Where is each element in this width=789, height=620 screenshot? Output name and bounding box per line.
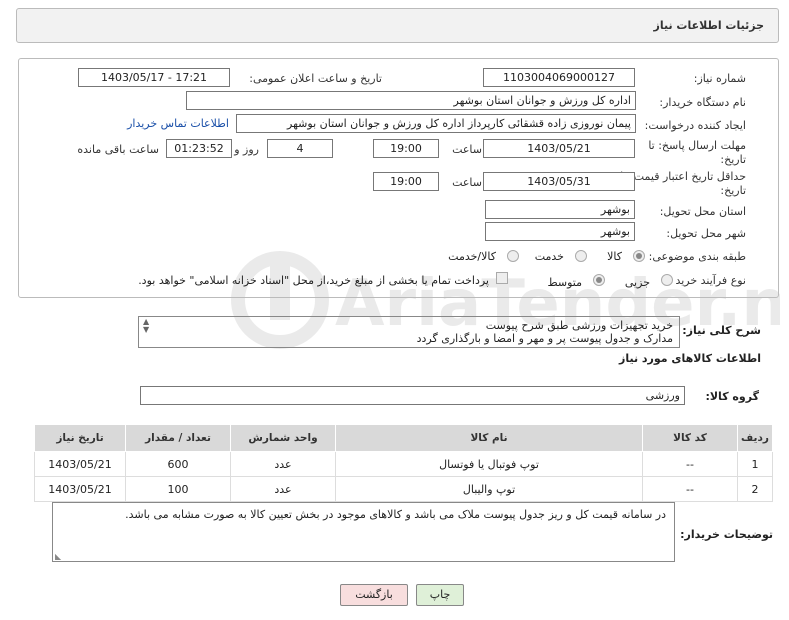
category-option-service: خدمت xyxy=(534,250,564,263)
need-number-label: شماره نیاز: xyxy=(693,72,746,85)
payment-note: پرداخت تمام یا بخشی از مبلغ خرید،از محل … xyxy=(138,274,489,287)
description-box: خرید تجهیزات ورزشی طبق شرح پیوست مدارک و… xyxy=(138,316,680,348)
cell-name: توپ والیبال xyxy=(335,476,643,502)
payment-checkbox[interactable] xyxy=(496,272,508,284)
announce-field: 1403/05/17 - 17:21 xyxy=(78,68,230,87)
creator-label: ایجاد کننده درخواست: xyxy=(644,119,746,132)
cell-qty: 600 xyxy=(125,451,231,477)
province-field: بوشهر xyxy=(485,200,635,219)
buyer-org-label: نام دستگاه خریدار: xyxy=(659,96,746,109)
cell-row: 1 xyxy=(737,451,773,477)
col-qty: تعداد / مقدار xyxy=(125,424,231,452)
purchase-option-small: جزیی xyxy=(624,276,650,289)
col-code: کد کالا xyxy=(642,424,738,452)
validity-date-field: 1403/05/31 xyxy=(483,172,635,191)
page-title: جزئیات اطلاعات نیاز xyxy=(653,19,765,32)
scroll-down-icon[interactable]: ▼ xyxy=(143,325,149,334)
category-radio-both[interactable] xyxy=(507,250,519,262)
cell-name: توپ فوتبال یا فوتسال xyxy=(335,451,643,477)
city-field: بوشهر xyxy=(485,222,635,241)
col-row: ردیف xyxy=(737,424,773,452)
contact-buyer-link[interactable]: اطلاعات تماس خریدار xyxy=(127,117,229,130)
purchase-radio-medium[interactable] xyxy=(593,274,605,286)
announce-label: تاریخ و ساعت اعلان عمومی: xyxy=(249,72,382,85)
deadline-time-field: 19:00 xyxy=(373,139,439,158)
creator-field: پیمان نوروزی زاده قشقائی کارپرداز اداره … xyxy=(236,114,636,133)
goods-group-label: گروه کالا: xyxy=(705,390,759,403)
description-line-1: خرید تجهیزات ورزشی طبق شرح پیوست xyxy=(485,319,673,332)
cell-unit: عدد xyxy=(230,451,336,477)
remaining-label: ساعت باقی مانده xyxy=(77,143,159,156)
remaining-time-field: 01:23:52 xyxy=(166,139,232,158)
purchase-radio-small[interactable] xyxy=(661,274,673,286)
buyer-org-field: اداره کل ورزش و جوانان استان بوشهر xyxy=(186,91,636,110)
col-date: تاریخ نیاز xyxy=(34,424,126,452)
validity-time-label: ساعت xyxy=(452,176,482,189)
table-row: 1 -- توپ فوتبال یا فوتسال عدد 600 1403/0… xyxy=(34,451,773,477)
description-line-2: مدارک و جدول پیوست پر و مهر و امضا و بار… xyxy=(416,332,673,345)
purchase-option-medium: متوسط xyxy=(547,276,582,289)
deadline-date-field: 1403/05/21 xyxy=(483,139,635,158)
category-option-both: کالا/خدمت xyxy=(448,250,496,263)
validity-time-field: 19:00 xyxy=(373,172,439,191)
cell-code: -- xyxy=(642,451,738,477)
purchase-type-label: نوع فرآیند خرید : xyxy=(668,274,746,287)
cell-row: 2 xyxy=(737,476,773,502)
goods-section-title: اطلاعات کالاهای مورد نیاز xyxy=(619,352,761,365)
buyer-notes-label: توضیحات خریدار: xyxy=(680,528,773,541)
resize-handle-icon[interactable]: ◣ xyxy=(55,552,61,561)
city-label: شهر محل تحویل: xyxy=(666,227,746,240)
province-label: استان محل تحویل: xyxy=(659,205,746,218)
validity-label-date: تاریخ: xyxy=(720,184,746,197)
category-radio-goods[interactable] xyxy=(633,250,645,262)
days-label: روز و xyxy=(234,143,259,156)
validity-label: حداقل تاریخ اعتبار قیمت: تا xyxy=(620,170,746,183)
buyer-notes-text: در سامانه قیمت کل و ریز جدول پیوست ملاک … xyxy=(125,508,666,521)
deadline-label-date: تاریخ: xyxy=(720,153,746,166)
goods-table: ردیف کد کالا نام کالا واحد شمارش تعداد /… xyxy=(34,424,773,502)
col-unit: واحد شمارش xyxy=(230,424,336,452)
buyer-notes-box: در سامانه قیمت کل و ریز جدول پیوست ملاک … xyxy=(52,502,675,562)
goods-group-field: ورزشی xyxy=(140,386,685,405)
col-name: نام کالا xyxy=(335,424,643,452)
table-header-row: ردیف کد کالا نام کالا واحد شمارش تعداد /… xyxy=(34,424,773,452)
table-row: 2 -- توپ والیبال عدد 100 1403/05/21 xyxy=(34,476,773,502)
deadline-label: مهلت ارسال پاسخ: تا xyxy=(648,139,746,152)
days-remaining-field: 4 xyxy=(267,139,333,158)
page-header: جزئیات اطلاعات نیاز xyxy=(16,8,779,43)
category-option-goods: کالا xyxy=(607,250,622,263)
back-button[interactable]: بازگشت xyxy=(340,584,408,606)
cell-qty: 100 xyxy=(125,476,231,502)
category-radio-service[interactable] xyxy=(575,250,587,262)
need-number-field: 1103004069000127 xyxy=(483,68,635,87)
cell-code: -- xyxy=(642,476,738,502)
cell-date: 1403/05/21 xyxy=(34,451,126,477)
print-button[interactable]: چاپ xyxy=(416,584,464,606)
cell-unit: عدد xyxy=(230,476,336,502)
description-label: شرح کلی نیاز: xyxy=(682,324,761,337)
category-label: طبقه بندی موضوعی: xyxy=(648,250,746,263)
deadline-time-label: ساعت xyxy=(452,143,482,156)
cell-date: 1403/05/21 xyxy=(34,476,126,502)
